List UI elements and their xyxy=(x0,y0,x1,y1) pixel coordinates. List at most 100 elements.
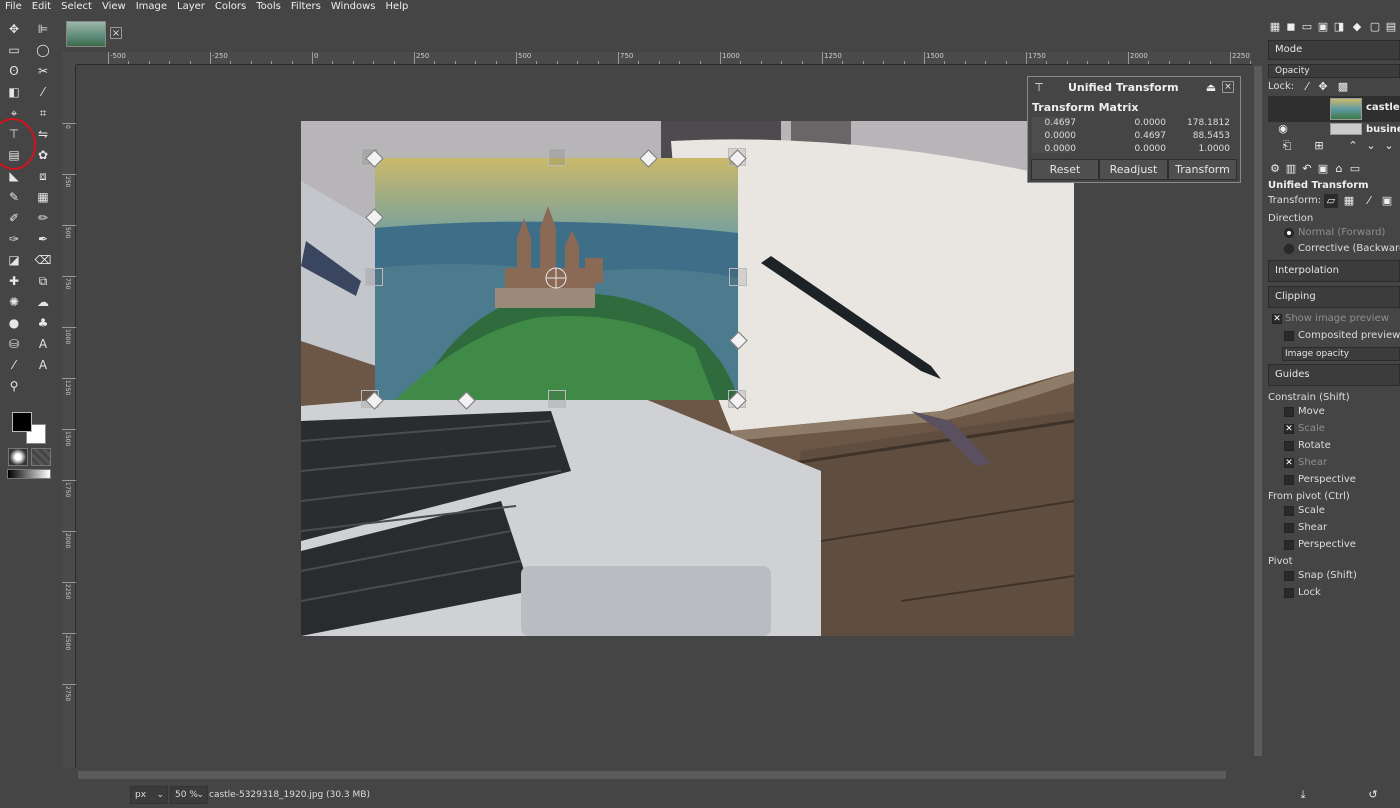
close-icon[interactable]: × xyxy=(1222,81,1234,93)
show-preview-checkbox[interactable]: ✕ xyxy=(1272,314,1282,324)
text-alt-icon[interactable]: A xyxy=(34,356,52,374)
tool-options-tab-icon[interactable]: ⚙ xyxy=(1268,162,1282,176)
transform-image-icon[interactable]: ▣ xyxy=(1380,194,1394,208)
transform-handle-scale-left[interactable] xyxy=(365,268,383,286)
pencil-icon[interactable]: ✏ xyxy=(34,209,52,227)
menu-file[interactable]: File xyxy=(0,0,27,14)
zoom-icon[interactable]: ⚲ xyxy=(5,377,23,395)
templates-tab-icon[interactable]: ⌂ xyxy=(1332,162,1346,176)
undo-tab-icon[interactable]: ▣ xyxy=(1316,20,1330,34)
transform-handle-scale-bottom[interactable] xyxy=(548,390,566,408)
foreground-select-icon[interactable]: ◧ xyxy=(5,83,23,101)
constrain-scale-checkbox[interactable]: ✕ xyxy=(1284,424,1294,434)
interpolation-select[interactable]: Interpolation xyxy=(1268,260,1400,282)
unit-select[interactable]: px ⌄ xyxy=(130,786,168,804)
new-layer-icon[interactable]: ⎗ xyxy=(1280,139,1294,153)
image-opacity-slider[interactable]: Image opacity xyxy=(1282,347,1400,361)
images-tab-icon[interactable]: ◨ xyxy=(1332,20,1346,34)
text-tool-icon[interactable]: A xyxy=(34,335,52,353)
eye-icon[interactable]: ◉ xyxy=(1276,122,1290,136)
ruler-horizontal[interactable]: -500 -250 0 250 500 750 1000 1250 1500 1750 2000 22… xyxy=(76,52,1252,65)
pivot-snap-checkbox[interactable] xyxy=(1284,571,1294,581)
menu-windows[interactable]: Windows xyxy=(326,0,381,14)
transform-handle-scale-right[interactable] xyxy=(729,268,747,286)
images-tab-icon[interactable]: ▣ xyxy=(1316,162,1330,176)
opacity-slider[interactable]: Opacity xyxy=(1268,64,1400,78)
pivot-perspective-checkbox[interactable] xyxy=(1284,540,1294,550)
fuzzy-select-icon[interactable]: ⁄ xyxy=(34,83,52,101)
vertical-scroll-thumb[interactable] xyxy=(1254,66,1262,756)
menu-filters[interactable]: Filters xyxy=(286,0,326,14)
mode-select[interactable]: Mode xyxy=(1268,40,1400,60)
heal-icon[interactable]: ✚ xyxy=(5,272,23,290)
vertical-scrollbar[interactable] xyxy=(1252,52,1264,768)
transform-handle-scale-top[interactable] xyxy=(548,148,566,166)
lock-position-icon[interactable]: ✥ xyxy=(1316,80,1330,94)
new-group-icon[interactable]: ⊞ xyxy=(1312,139,1326,153)
brush-preview[interactable] xyxy=(8,448,28,466)
constrain-rotate-checkbox[interactable] xyxy=(1284,441,1294,451)
lock-alpha-icon[interactable]: ▩ xyxy=(1336,80,1350,94)
lasso-icon[interactable]: ʘ xyxy=(5,62,23,80)
channels-tab-icon[interactable]: ◼ xyxy=(1284,20,1298,34)
dodge-icon[interactable]: ♣ xyxy=(34,314,52,332)
pivot-shear-checkbox[interactable] xyxy=(1284,523,1294,533)
rect-select-icon[interactable]: ▭ xyxy=(5,41,23,59)
airbrush-icon[interactable]: ✑ xyxy=(5,230,23,248)
brushes-tab-icon[interactable]: ◆ xyxy=(1350,20,1364,34)
direction-corrective-radio[interactable] xyxy=(1284,244,1294,254)
pivot-lock-checkbox[interactable] xyxy=(1284,588,1294,598)
undo-history-tab-icon[interactable]: ↶ xyxy=(1300,162,1314,176)
warp-transform-icon[interactable]: ✿ xyxy=(34,146,52,164)
clone-icon[interactable]: ◪ xyxy=(5,251,23,269)
eject-icon[interactable]: ⏏ xyxy=(1204,81,1218,95)
constrain-shear-checkbox[interactable]: ✕ xyxy=(1284,458,1294,468)
move-tool-icon[interactable]: ✥ xyxy=(5,20,23,38)
reset-button[interactable]: Reset xyxy=(1031,159,1099,180)
align-tool-icon[interactable]: ⊫ xyxy=(34,20,52,38)
raise-layer-icon[interactable]: ⌃ xyxy=(1346,139,1360,153)
constrain-perspective-checkbox[interactable] xyxy=(1284,475,1294,485)
readjust-button[interactable]: Readjust xyxy=(1099,159,1168,180)
menu-tab-icon[interactable]: ▤ xyxy=(1384,20,1398,34)
menu-layer[interactable]: Layer xyxy=(172,0,210,14)
eraser-icon[interactable]: ⌫ xyxy=(34,251,52,269)
guides-select[interactable]: Guides xyxy=(1268,364,1400,386)
transform-button[interactable]: Transform xyxy=(1168,159,1237,180)
fonts-tab-icon[interactable]: ▢ xyxy=(1368,20,1382,34)
color-picker-icon[interactable]: ⁄ xyxy=(5,356,23,374)
perspective-icon[interactable]: ⧈ xyxy=(34,167,52,185)
layers-tab-icon[interactable]: ▦ xyxy=(1268,20,1282,34)
transform-layer-icon[interactable]: ▱ xyxy=(1324,194,1338,208)
menu-edit[interactable]: Edit xyxy=(27,0,56,14)
mypaint-brush-icon[interactable]: ✎ xyxy=(5,188,23,206)
menu-tools[interactable]: Tools xyxy=(251,0,286,14)
ruler-corner[interactable] xyxy=(62,52,76,65)
paintbrush-icon[interactable]: ✐ xyxy=(5,209,23,227)
measure-icon[interactable]: ⛁ xyxy=(5,335,23,353)
menu-help[interactable]: Help xyxy=(381,0,414,14)
more-icon[interactable]: ⌄ xyxy=(1382,139,1396,153)
lock-pixels-icon[interactable]: ⁄ xyxy=(1300,80,1314,94)
menu-colors[interactable]: Colors xyxy=(210,0,251,14)
transform-path-icon[interactable]: ⁄ xyxy=(1362,194,1376,208)
ink-icon[interactable]: ✒ xyxy=(34,230,52,248)
device-status-tab-icon[interactable]: ▥ xyxy=(1284,162,1298,176)
ruler-vertical[interactable]: 0 250 500 750 1000 1250 1500 1750 2000 2250 2500 27… xyxy=(62,65,76,768)
paths-tab-icon[interactable]: ▭ xyxy=(1300,20,1314,34)
reset-options-icon[interactable]: ↺ xyxy=(1366,788,1380,802)
perspective-clone-icon[interactable]: ⧉ xyxy=(34,272,52,290)
horizontal-scrollbar[interactable] xyxy=(62,768,1264,782)
close-icon[interactable]: × xyxy=(110,27,122,39)
dialog-titlebar[interactable]: ⊤ Unified Transform ⏏ × xyxy=(1028,77,1240,99)
layer-row-selected[interactable]: castle-5 xyxy=(1268,96,1400,122)
transform-selection-icon[interactable]: ▦ xyxy=(1342,194,1356,208)
pivot-scale-checkbox[interactable] xyxy=(1284,506,1294,516)
lower-layer-icon[interactable]: ⌄ xyxy=(1364,139,1378,153)
horizontal-scroll-thumb[interactable] xyxy=(78,771,1226,779)
gradient-preview[interactable] xyxy=(7,469,51,479)
dodge-burn-icon[interactable]: ● xyxy=(5,314,23,332)
scissors-icon[interactable]: ✂ xyxy=(34,62,52,80)
crop-icon[interactable]: ⌗ xyxy=(34,104,52,122)
menu-view[interactable]: View xyxy=(97,0,131,14)
